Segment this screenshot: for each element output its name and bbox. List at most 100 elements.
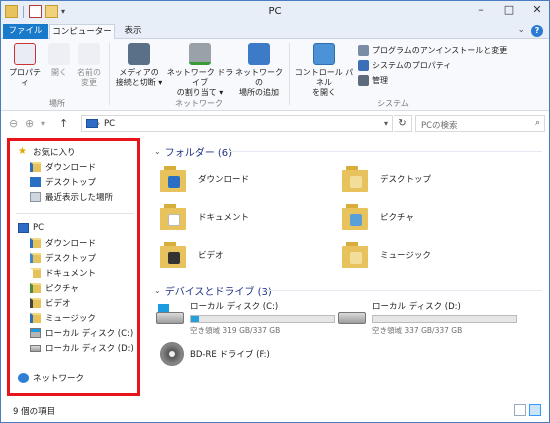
- pc-icon: [18, 223, 29, 233]
- nav-pc-drive-d[interactable]: ローカル ディスク (D:): [30, 341, 134, 355]
- drives-section-header[interactable]: ⌄ デバイスとドライブ (3): [154, 283, 272, 298]
- rename-button[interactable]: 名前の 変更: [75, 43, 103, 88]
- properties-icon: [14, 43, 36, 65]
- window-controls: – □ ✕: [473, 3, 545, 16]
- nav-favorites-desktop[interactable]: デスクトップ: [30, 175, 96, 189]
- map-network-drive-button[interactable]: ネットワーク ドライブ の割り当て ▾: [165, 43, 235, 98]
- nav-favorites-downloads[interactable]: ダウンロード: [30, 160, 96, 174]
- collapse-chevron-icon: ⌄: [154, 286, 161, 295]
- uninstall-programs-button[interactable]: プログラムのアンインストールと変更: [358, 45, 507, 56]
- drive-free-space: 空き領域 319 GB/337 GB: [190, 326, 281, 335]
- close-icon[interactable]: ✕: [529, 3, 545, 16]
- nav-pc-videos[interactable]: ビデオ: [30, 296, 71, 310]
- search-placeholder: PCの検索: [421, 121, 458, 131]
- nav-pc-downloads[interactable]: ダウンロード: [30, 236, 96, 250]
- open-button[interactable]: 開く: [47, 43, 71, 78]
- folder-item-videos[interactable]: ビデオ: [160, 242, 224, 268]
- nav-pc-documents[interactable]: ドキュメント: [30, 266, 96, 280]
- nav-pc-drive-c[interactable]: ローカル ディスク (C:): [30, 326, 133, 340]
- rename-label-2: 変更: [81, 78, 97, 87]
- downloads-folder-icon: [30, 238, 41, 248]
- nav-pc-music[interactable]: ミュージック: [30, 311, 96, 325]
- control-panel-button[interactable]: コントロール パネル を開く: [293, 43, 355, 98]
- system-properties-icon: [358, 60, 369, 71]
- maximize-icon[interactable]: □: [501, 3, 517, 16]
- nav-favorites-recent[interactable]: 最近表示した場所: [30, 190, 113, 204]
- folder-item-music[interactable]: ミュージック: [342, 242, 431, 268]
- system-properties-label: システムのプロパティ: [372, 61, 452, 70]
- search-icon: ⌕: [534, 118, 540, 128]
- properties-label-1: プロパティ: [9, 68, 41, 87]
- address-bar[interactable]: › PC ▾: [81, 115, 393, 132]
- tab-file[interactable]: ファイル: [3, 24, 48, 39]
- tab-view[interactable]: 表示: [117, 24, 149, 39]
- ribbon: プロパティ 開く 名前の 変更 場所 メディアの 接続と切断 ▾ ネットワーク …: [1, 39, 549, 111]
- network-drive-icon: [189, 43, 211, 65]
- folder-label: ビデオ: [198, 251, 224, 261]
- manage-label: 管理: [372, 76, 388, 85]
- media-label-1: メディアの: [119, 68, 159, 77]
- pictures-folder-icon: [342, 204, 370, 230]
- pictures-folder-icon: [30, 283, 41, 293]
- control-panel-label-1: コントロール パネル: [294, 68, 354, 87]
- help-icon[interactable]: ?: [531, 25, 543, 37]
- up-icon[interactable]: ↑: [59, 117, 68, 130]
- refresh-button[interactable]: ↻: [394, 115, 412, 132]
- folder-item-pictures[interactable]: ピクチャ: [342, 204, 414, 230]
- manage-button[interactable]: 管理: [358, 75, 388, 86]
- tiles-view-icon[interactable]: [529, 404, 541, 416]
- ribbon-group-separator: [289, 43, 290, 105]
- nav-item-label: ローカル ディスク (D:): [45, 344, 134, 354]
- media-connect-button[interactable]: メディアの 接続と切断 ▾: [113, 43, 165, 88]
- ribbon-collapse-icon[interactable]: ⌄: [517, 25, 525, 35]
- drive-item-c[interactable]: ローカル ディスク (C:) 空き領域 319 GB/337 GB: [156, 300, 335, 336]
- navigation-pane: ★ お気に入り ダウンロード デスクトップ 最近表示した場所 PC ダウンロード…: [7, 138, 140, 396]
- system-properties-button[interactable]: システムのプロパティ: [358, 60, 451, 71]
- breadcrumb-pc[interactable]: PC: [104, 119, 115, 129]
- downloads-folder-icon: [30, 162, 41, 172]
- nav-network[interactable]: ネットワーク: [18, 371, 84, 385]
- breadcrumb-chevron-icon[interactable]: ›: [97, 119, 100, 128]
- nav-item-label: ローカル ディスク (C:): [45, 329, 134, 339]
- map-drive-label-1: ネットワーク ドライブ: [166, 68, 234, 87]
- music-folder-icon: [30, 313, 41, 323]
- properties-button[interactable]: プロパティ: [7, 43, 43, 88]
- tab-computer[interactable]: コンピューター: [49, 24, 115, 39]
- back-icon[interactable]: ⊖: [9, 117, 18, 130]
- address-dropdown-icon[interactable]: ▾: [384, 119, 388, 128]
- nav-item-label: ダウンロード: [45, 239, 97, 249]
- add-network-location-button[interactable]: ネットワークの 場所の追加: [233, 43, 285, 98]
- collapse-chevron-icon: ⌄: [154, 147, 161, 156]
- nav-pc[interactable]: PC: [18, 221, 44, 235]
- folder-label: ドキュメント: [198, 213, 250, 223]
- folder-item-downloads[interactable]: ダウンロード: [160, 166, 249, 192]
- drive-item-f[interactable]: BD-RE ドライブ (F:): [160, 342, 270, 366]
- desktop-folder-icon: [342, 166, 370, 192]
- drive-item-d[interactable]: ローカル ディスク (D:) 空き領域 337 GB/337 GB: [338, 300, 517, 336]
- folders-section-header[interactable]: ⌄ フォルダー (6): [154, 144, 232, 159]
- nav-favorites[interactable]: ★ お気に入り: [18, 145, 76, 159]
- folder-item-desktop[interactable]: デスクトップ: [342, 166, 431, 192]
- section-rule: [266, 290, 542, 291]
- uninstall-icon: [358, 45, 369, 56]
- details-view-icon[interactable]: [514, 404, 526, 416]
- nav-item-label: ダウンロード: [45, 163, 97, 173]
- nav-item-label: ピクチャ: [45, 284, 79, 294]
- nav-pc-desktop[interactable]: デスクトップ: [30, 251, 96, 265]
- star-icon: ★: [18, 146, 27, 157]
- nav-network-label: ネットワーク: [33, 374, 85, 384]
- recent-locations-icon[interactable]: ▾: [41, 119, 45, 128]
- nav-pc-pictures[interactable]: ピクチャ: [30, 281, 79, 295]
- open-icon: [48, 43, 70, 65]
- add-location-label-2: 場所の追加: [239, 88, 279, 97]
- desktop-icon: [30, 177, 41, 187]
- section-rule: [230, 151, 542, 152]
- desktop-folder-icon: [30, 253, 41, 263]
- manage-icon: [358, 75, 369, 86]
- forward-icon[interactable]: ⊕: [25, 117, 34, 130]
- folder-item-documents[interactable]: ドキュメント: [160, 204, 249, 230]
- search-input[interactable]: PCの検索 ⌕: [415, 115, 545, 132]
- bd-drive-icon: [160, 342, 184, 366]
- drive-free-space: 空き領域 337 GB/337 GB: [372, 326, 463, 335]
- minimize-icon[interactable]: –: [473, 3, 489, 16]
